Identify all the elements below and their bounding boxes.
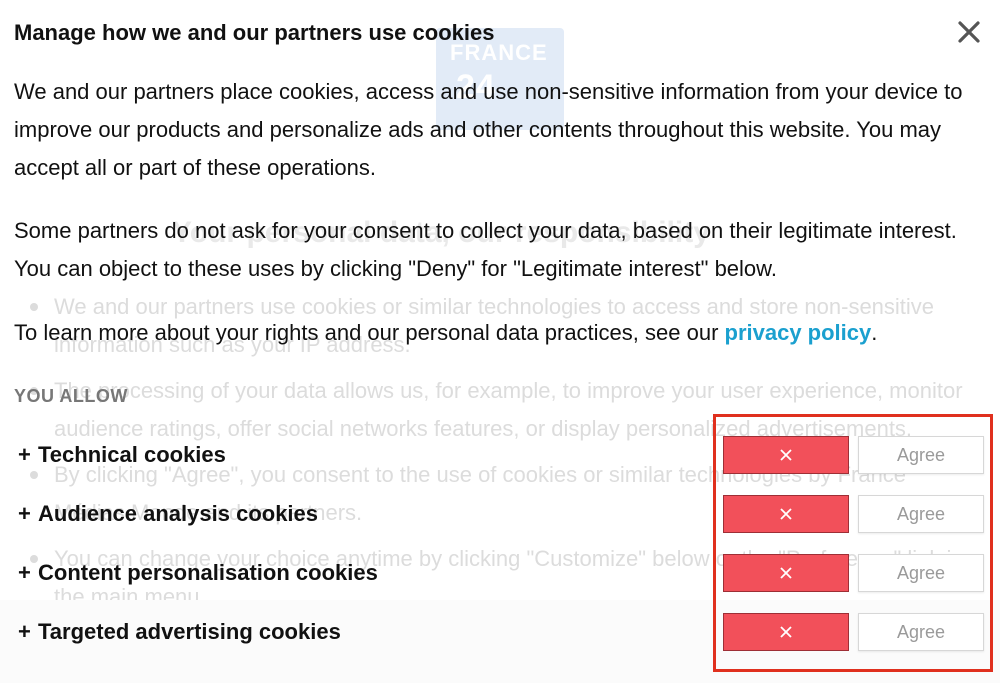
section-label-you-allow: YOU ALLOW xyxy=(14,386,128,406)
privacy-period: . xyxy=(871,320,878,345)
category-toggle[interactable]: + Audience analysis cookies xyxy=(18,494,718,534)
category-label: Content personalisation cookies xyxy=(38,560,378,585)
x-icon xyxy=(780,508,792,520)
x-icon xyxy=(780,449,792,461)
agree-button[interactable]: Agree xyxy=(858,436,984,474)
privacy-policy-link[interactable]: privacy policy xyxy=(725,320,872,345)
category-toggle[interactable]: + Technical cookies xyxy=(18,435,718,475)
category-row-audience[interactable]: + Audience analysis cookies xyxy=(18,494,718,534)
agree-button[interactable]: Agree xyxy=(858,495,984,533)
privacy-text: To learn more about your rights and our … xyxy=(14,320,725,345)
expand-icon: + xyxy=(18,560,31,585)
deny-button[interactable] xyxy=(723,436,849,474)
dialog-title: Manage how we and our partners use cooki… xyxy=(14,20,495,45)
close-icon xyxy=(958,21,980,43)
category-toggle[interactable]: + Content personalisation cookies xyxy=(18,553,718,593)
expand-icon: + xyxy=(18,619,31,644)
close-button[interactable] xyxy=(955,18,983,46)
x-icon xyxy=(780,567,792,579)
deny-button[interactable] xyxy=(723,613,849,651)
x-icon xyxy=(780,626,792,638)
category-toggle[interactable]: + Targeted advertising cookies xyxy=(18,612,718,652)
legitimate-interest-paragraph: Some partners do not ask for your consen… xyxy=(14,218,957,281)
privacy-paragraph: To learn more about your rights and our … xyxy=(14,314,974,352)
category-label: Technical cookies xyxy=(38,442,226,467)
deny-button[interactable] xyxy=(723,554,849,592)
category-label: Targeted advertising cookies xyxy=(38,619,341,644)
category-row-advertising[interactable]: + Targeted advertising cookies xyxy=(18,612,718,652)
category-row-technical[interactable]: + Technical cookies xyxy=(18,435,718,475)
deny-button[interactable] xyxy=(723,495,849,533)
agree-button[interactable]: Agree xyxy=(858,613,984,651)
intro-paragraph: We and our partners place cookies, acces… xyxy=(14,79,963,180)
expand-icon: + xyxy=(18,442,31,467)
expand-icon: + xyxy=(18,501,31,526)
category-row-content[interactable]: + Content personalisation cookies xyxy=(18,553,718,593)
cookie-dialog: Manage how we and our partners use cooki… xyxy=(0,0,1000,683)
category-label: Audience analysis cookies xyxy=(38,501,319,526)
agree-button[interactable]: Agree xyxy=(858,554,984,592)
